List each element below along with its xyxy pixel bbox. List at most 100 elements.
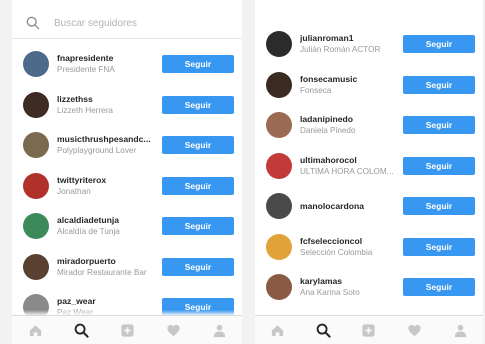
avatar[interactable] (23, 253, 49, 280)
follow-button[interactable]: Seguir (162, 217, 234, 235)
user-info: karylamas Ana Karina Soto (300, 276, 418, 298)
full-name: Daniela Pinedo (300, 126, 356, 136)
follow-button[interactable]: Seguir (403, 35, 475, 53)
follow-button[interactable]: Seguir (162, 136, 234, 154)
username[interactable]: fonsecamusic (300, 74, 418, 85)
username[interactable]: karylamas (300, 276, 418, 287)
search-input[interactable] (52, 16, 226, 30)
tab-profile[interactable] (450, 320, 470, 340)
user-info: julianroman1 Julián Román ACTOR (300, 33, 418, 55)
user-info: fcfseleccioncol Selección Colombia (300, 236, 418, 258)
user-info: fonsecamusic Fonseca (300, 74, 418, 96)
avatar[interactable] (23, 172, 49, 199)
tab-heart[interactable] (405, 320, 425, 340)
full-name: Ana Karina Soto (300, 288, 360, 298)
full-name: Julián Román ACTOR (300, 45, 381, 55)
tab-heart[interactable] (163, 320, 183, 340)
list-item: karylamas Ana Karina Soto Seguir (255, 267, 483, 308)
username[interactable]: lizzethss (57, 94, 175, 105)
follow-button[interactable]: Seguir (162, 55, 234, 73)
avatar[interactable] (266, 274, 292, 301)
avatar[interactable] (23, 91, 49, 118)
bottom-tab-bar (255, 315, 483, 344)
follow-button[interactable]: Seguir (162, 176, 234, 195)
username[interactable]: ladanipinedo (300, 114, 418, 125)
profile-icon (213, 324, 225, 337)
list-item: alcaldiadetunja Alcaldía de Tunja Seguir (12, 206, 242, 247)
username[interactable]: ultimahorocol (300, 155, 418, 166)
suggested-users-list: julianroman1 Julián Román ACTOR Seguir fons… (255, 24, 483, 308)
right-screen: julianroman1 Julián Román ACTOR Seguir fons… (255, 0, 483, 344)
follow-button[interactable]: Seguir (403, 237, 475, 256)
user-info: ladanipinedo Daniela Pinedo (300, 114, 418, 136)
user-info: fnapresidente Presidente FNA (57, 53, 175, 75)
tab-home[interactable] (268, 320, 288, 340)
full-name: Selección Colombia (300, 247, 373, 257)
avatar[interactable] (266, 71, 292, 98)
username[interactable]: fnapresidente (57, 53, 175, 64)
tab-profile[interactable] (209, 320, 229, 340)
username[interactable]: paz_wear (57, 296, 175, 307)
full-name: Polyplayground Lover (57, 146, 137, 156)
avatar[interactable] (266, 233, 292, 260)
avatar[interactable] (23, 51, 49, 78)
tab-add[interactable] (117, 320, 137, 340)
follow-button[interactable]: Seguir (162, 95, 234, 114)
avatar[interactable] (266, 193, 292, 220)
full-name: Presidente FNA (57, 65, 115, 75)
avatar[interactable] (266, 152, 292, 179)
list-item: fcfseleccioncol Selección Colombia Seguir (255, 227, 483, 268)
full-name: ULTIMA HORA COLOM... (300, 166, 394, 176)
search-icon (316, 323, 331, 338)
user-info: twittyriterox Jonathan (57, 175, 175, 197)
avatar[interactable] (266, 112, 292, 139)
search-bar[interactable] (12, 8, 242, 39)
profile-icon (454, 324, 466, 337)
username[interactable]: manolocardona (300, 201, 418, 212)
follow-button[interactable]: Seguir (403, 278, 475, 296)
home-icon (272, 324, 284, 336)
heart-icon (408, 324, 421, 336)
user-info: lizzethss Lizzeth Herrera (57, 94, 175, 116)
list-item: musicthrushpesandc... Polyplayground Love… (12, 125, 242, 166)
tab-search[interactable] (71, 320, 91, 340)
user-info: alcaldiadetunja Alcaldía de Tunja (57, 215, 175, 237)
search-icon (74, 323, 89, 338)
user-info: ultimahorocol ULTIMA HORA COLOM... (300, 155, 418, 177)
follow-button[interactable]: Seguir (162, 257, 234, 276)
username[interactable]: alcaldiadetunja (57, 215, 175, 226)
full-name: Fonseca (300, 85, 332, 95)
list-item: twittyriterox Jonathan Seguir (12, 166, 242, 207)
username[interactable]: twittyriterox (57, 175, 175, 186)
username[interactable]: fcfseleccioncol (300, 236, 418, 247)
username[interactable]: musicthrushpesandc... (57, 134, 175, 145)
bottom-tab-bar (12, 315, 242, 344)
full-name: Alcaldía de Tunja (57, 227, 120, 237)
avatar[interactable] (266, 31, 292, 58)
add-icon (362, 323, 376, 337)
full-name: Jonathan (57, 186, 91, 196)
tab-home[interactable] (25, 320, 45, 340)
left-screen: fnapresidentePresidente FNASeguirlizzeth… (12, 0, 242, 344)
list-item: fonsecamusic Fonseca Seguir (255, 65, 483, 106)
follow-button[interactable]: Seguir (403, 75, 475, 94)
user-info: manolocardona (300, 201, 418, 212)
full-name: Lizzeth Herrera (57, 105, 113, 115)
list-item: fnapresidente Presidente FNA Seguir (12, 44, 242, 85)
username[interactable]: miradorpuerto (57, 256, 175, 267)
search-icon (26, 16, 40, 30)
list-item: lizzethss Lizzeth Herrera Seguir (12, 85, 242, 126)
add-icon (120, 323, 134, 337)
follow-button[interactable]: Seguir (403, 197, 475, 215)
tab-add[interactable] (359, 320, 379, 340)
list-item: ultimahorocol ULTIMA HORA COLOM... Seguir (255, 146, 483, 187)
tab-search[interactable] (313, 320, 333, 340)
follow-button[interactable]: Seguir (403, 156, 475, 175)
list-item: ladanipinedo Daniela Pinedo Seguir (255, 105, 483, 146)
avatar[interactable] (23, 213, 49, 240)
home-icon (29, 324, 41, 336)
username[interactable]: julianroman1 (300, 33, 418, 44)
heart-icon (166, 324, 180, 336)
follow-button[interactable]: Seguir (403, 116, 475, 134)
avatar[interactable] (23, 132, 49, 159)
